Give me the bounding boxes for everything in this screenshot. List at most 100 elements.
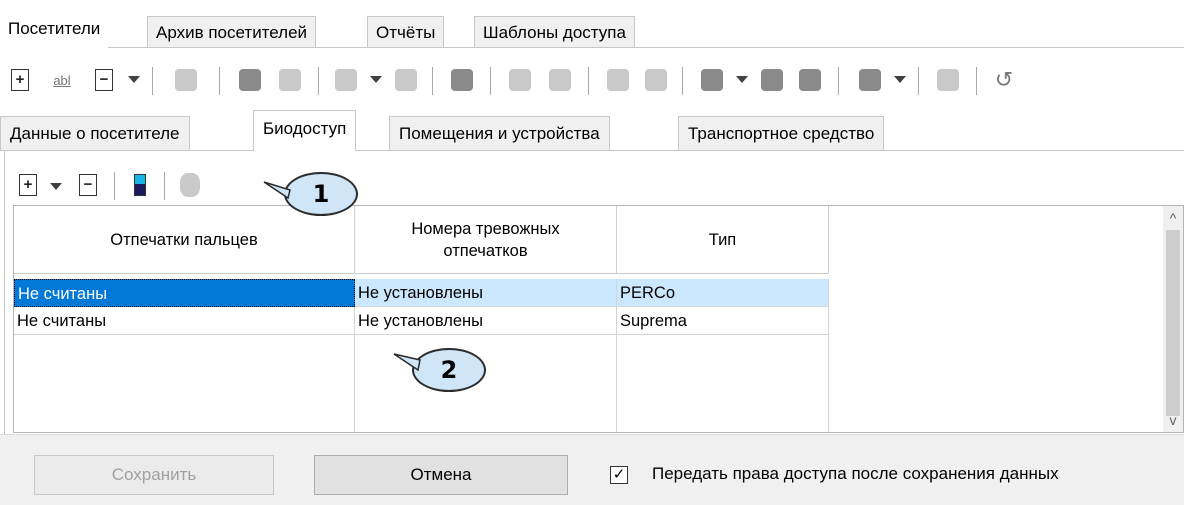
edit-document-button[interactable] bbox=[506, 66, 534, 94]
printer-icon bbox=[859, 69, 881, 91]
tab-bar-border bbox=[0, 47, 1184, 48]
visitor-sub-tab-bar: Данные о посетителе Биодоступ Помещения … bbox=[0, 110, 1184, 151]
filter-icon bbox=[335, 69, 357, 91]
calendar-icon bbox=[761, 69, 783, 91]
sort-icon bbox=[395, 69, 417, 91]
properties-button[interactable] bbox=[172, 66, 200, 94]
column-header-fingerprints[interactable]: Отпечатки пальцев bbox=[14, 206, 355, 274]
cell-alarm-fingerprints: Не установлены bbox=[355, 279, 617, 307]
toolbar-separator bbox=[152, 67, 153, 95]
edit-document-icon bbox=[509, 69, 531, 91]
grid-line bbox=[828, 335, 829, 432]
remove-document-icon: − bbox=[95, 69, 113, 91]
transfer-rights-checkbox[interactable]: ✓ bbox=[610, 466, 628, 484]
tab-reports[interactable]: Отчёты bbox=[367, 16, 445, 47]
edit-card-button[interactable] bbox=[642, 66, 670, 94]
grid-line bbox=[616, 335, 617, 432]
tab-visitor-archive[interactable]: Архив посетителей bbox=[147, 16, 317, 47]
text-field-icon: abl bbox=[53, 72, 71, 88]
filter-button[interactable] bbox=[332, 66, 360, 94]
barcode-icon bbox=[701, 69, 723, 91]
toolbar-separator bbox=[219, 67, 220, 95]
filter-dropdown-chevron-icon[interactable] bbox=[370, 76, 382, 83]
barcode-button[interactable] bbox=[698, 66, 726, 94]
find-person-button[interactable] bbox=[276, 66, 304, 94]
toolbar-separator bbox=[588, 67, 589, 95]
refresh-button[interactable]: ↺ bbox=[990, 66, 1018, 94]
toolbar-separator bbox=[490, 67, 491, 95]
column-header-type[interactable]: Тип bbox=[617, 206, 829, 274]
toolbar-separator bbox=[682, 67, 683, 95]
fingerprints-table: Отпечатки пальцев Номера тревожных отпеч… bbox=[13, 205, 1184, 433]
bottom-bar: Сохранить Отмена ✓ Передать права доступ… bbox=[0, 434, 1184, 505]
barcode-dropdown-chevron-icon[interactable] bbox=[736, 76, 748, 83]
user-card-button[interactable] bbox=[796, 66, 824, 94]
callout-1-pointer bbox=[263, 181, 291, 200]
fingerprint-button[interactable] bbox=[176, 171, 204, 199]
delete-visitor-button[interactable]: − bbox=[90, 66, 118, 94]
photo-button[interactable] bbox=[546, 66, 574, 94]
find-person-icon bbox=[279, 69, 301, 91]
cell-type: PERCo bbox=[617, 279, 829, 307]
refresh-icon: ↺ bbox=[994, 67, 1014, 92]
column-header-alarm-fingerprints[interactable]: Номера тревожных отпечатков bbox=[355, 206, 617, 274]
sort-button[interactable] bbox=[392, 66, 420, 94]
rename-button[interactable]: abl bbox=[48, 66, 76, 94]
cell-fingerprints: Не считаны bbox=[14, 279, 355, 307]
cancel-button[interactable]: Отмена bbox=[314, 455, 568, 495]
calendar-button[interactable] bbox=[758, 66, 786, 94]
properties-icon bbox=[175, 69, 197, 91]
main-tab-bar: Посетители Архив посетителей Отчёты Шабл… bbox=[0, 10, 1184, 48]
cell-fingerprints: Не считаны bbox=[14, 307, 355, 335]
add-fingerprint-dropdown-chevron-icon[interactable] bbox=[50, 183, 62, 190]
remove-document-icon: − bbox=[79, 174, 97, 196]
tab-vehicle[interactable]: Транспортное средство bbox=[678, 116, 885, 150]
tab-visitors[interactable]: Посетители bbox=[0, 10, 109, 48]
arrow-right-icon bbox=[451, 69, 473, 91]
save-button[interactable]: Сохранить bbox=[34, 455, 274, 495]
toolbar-separator bbox=[164, 172, 165, 200]
add-document-icon: + bbox=[11, 69, 29, 91]
tab-access-templates[interactable]: Шаблоны доступа bbox=[474, 16, 635, 47]
grid-line bbox=[354, 335, 355, 432]
find-button[interactable] bbox=[236, 66, 264, 94]
callout-2-pointer bbox=[393, 353, 421, 372]
photo-icon bbox=[549, 69, 571, 91]
vertical-scrollbar[interactable]: ^ v bbox=[1163, 206, 1183, 432]
scroll-down-icon[interactable]: v bbox=[1167, 410, 1179, 430]
tab-visitor-data[interactable]: Данные о посетителе bbox=[0, 116, 190, 150]
add-visitor-button[interactable]: + bbox=[6, 66, 34, 94]
print-button[interactable] bbox=[856, 66, 884, 94]
forward-button[interactable] bbox=[448, 66, 476, 94]
card-button[interactable] bbox=[604, 66, 632, 94]
user-card-icon bbox=[799, 69, 821, 91]
callout-2: 2 bbox=[412, 348, 486, 392]
toolbar-separator bbox=[838, 67, 839, 95]
scroll-thumb[interactable] bbox=[1166, 230, 1180, 416]
toolbar-separator bbox=[432, 67, 433, 95]
card-icon bbox=[607, 69, 629, 91]
delete-fingerprint-button[interactable]: − bbox=[74, 171, 102, 199]
add-fingerprint-button[interactable]: + bbox=[14, 171, 42, 199]
cell-type: Suprema bbox=[617, 307, 829, 335]
binoculars-icon bbox=[239, 69, 261, 91]
scanner-button[interactable] bbox=[126, 171, 154, 199]
cell-alarm-fingerprints: Не установлены bbox=[355, 307, 617, 335]
send-access-button[interactable] bbox=[934, 66, 962, 94]
tab-rooms-devices[interactable]: Помещения и устройства bbox=[389, 116, 610, 150]
lightning-icon bbox=[937, 69, 959, 91]
scanner-icon bbox=[134, 174, 146, 196]
tab-bioaccess[interactable]: Биодоступ bbox=[253, 110, 357, 151]
callout-1: 1 bbox=[284, 172, 358, 216]
scroll-up-icon[interactable]: ^ bbox=[1167, 208, 1179, 228]
toolbar-separator bbox=[976, 67, 977, 95]
add-document-icon: + bbox=[19, 174, 37, 196]
delete-dropdown-chevron-icon[interactable] bbox=[128, 76, 140, 83]
main-toolbar: + abl − ↺ bbox=[0, 57, 1184, 103]
transfer-rights-label: Передать права доступа после сохранения … bbox=[652, 464, 1059, 483]
toolbar-separator bbox=[918, 67, 919, 95]
print-dropdown-chevron-icon[interactable] bbox=[894, 76, 906, 83]
edit-card-icon bbox=[645, 69, 667, 91]
fingerprint-icon bbox=[180, 173, 200, 197]
toolbar-separator bbox=[318, 67, 319, 95]
